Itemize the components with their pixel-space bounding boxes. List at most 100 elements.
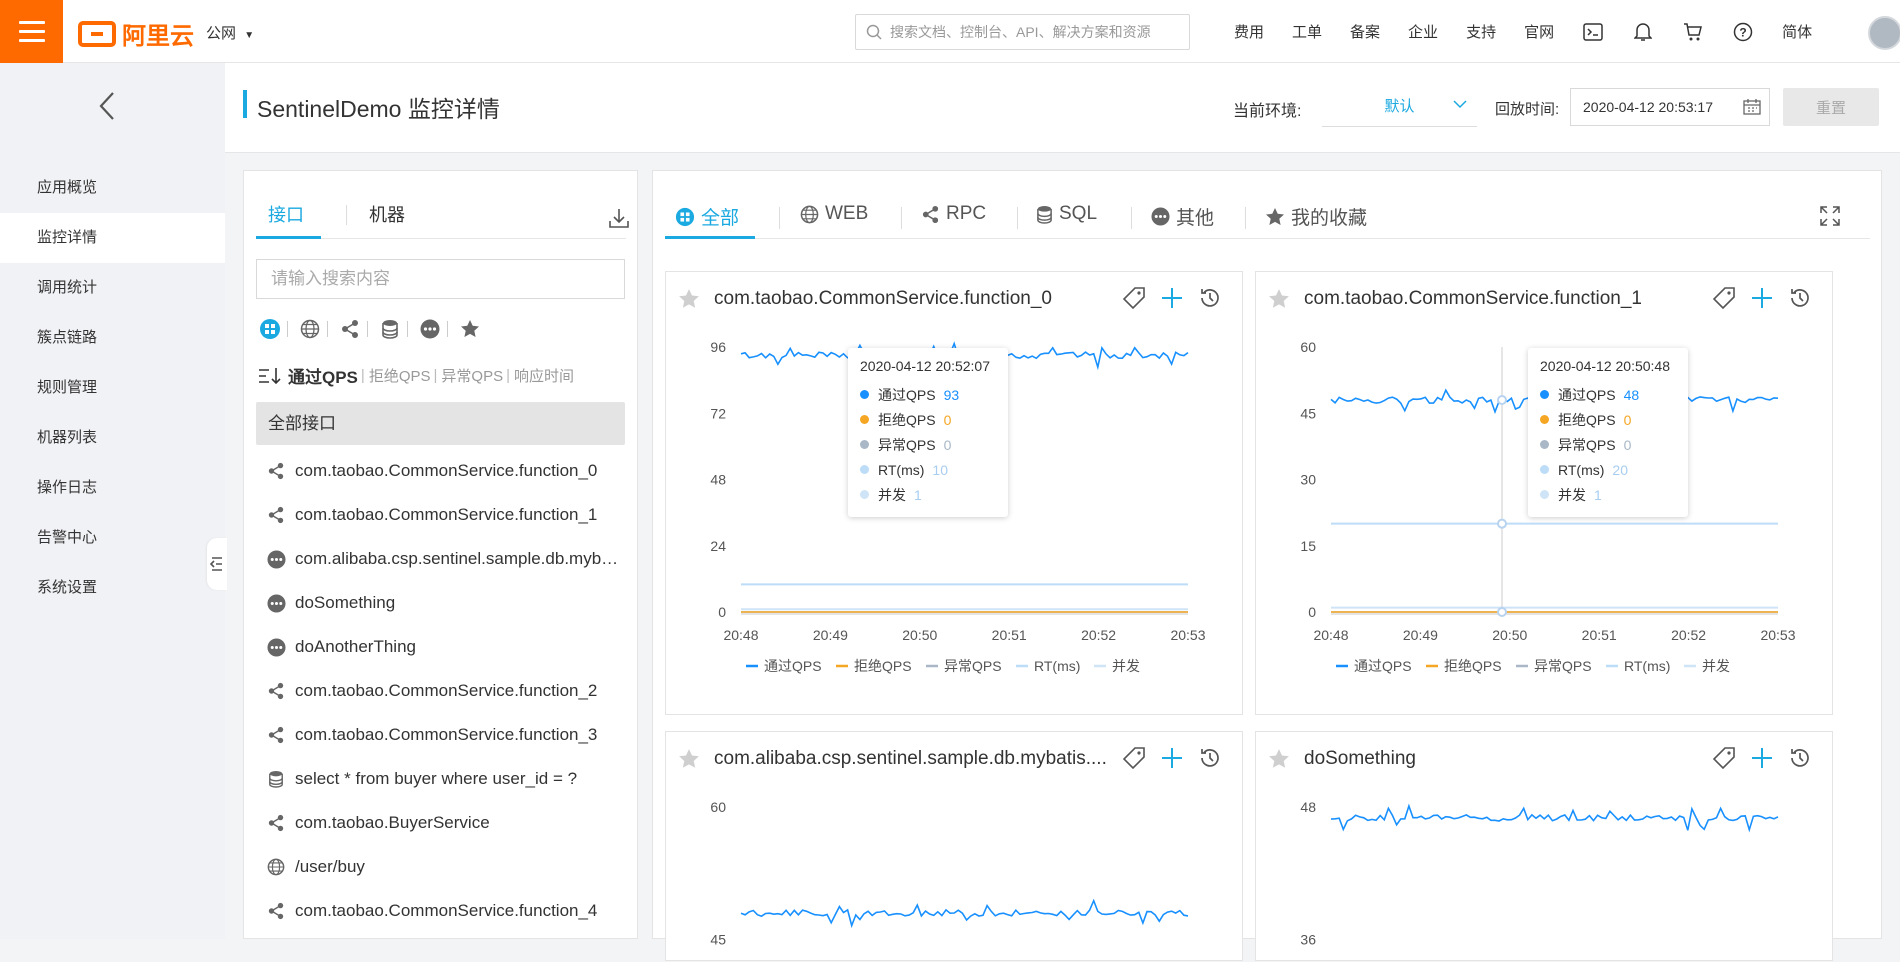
interface-panel-tabs: 接口 机器 xyxy=(256,171,629,239)
interface-list-item[interactable]: select * from buyer where user_id = ? xyxy=(266,757,626,801)
interface-list-item[interactable]: com.taobao.CommonService.function_3 xyxy=(266,713,626,757)
legend-item[interactable]: 并发 xyxy=(1684,658,1730,674)
nav-tickets[interactable]: 工单 xyxy=(1292,21,1322,42)
add-icon[interactable] xyxy=(1750,746,1774,770)
filter-sql-database-icon[interactable] xyxy=(378,317,402,341)
interface-list-item[interactable]: com.alibaba.csp.sentinel.sample.db.mybat… xyxy=(266,537,626,581)
tooltip-row: 拒绝QPS 0 xyxy=(860,407,996,432)
legend-item[interactable]: 拒绝QPS xyxy=(836,658,912,674)
legend-item[interactable]: RT(ms) xyxy=(1606,658,1670,674)
nav-enterprise[interactable]: 企业 xyxy=(1408,21,1438,42)
tag-icon[interactable] xyxy=(1712,746,1736,770)
sidebar-item-rules[interactable]: 规则管理 xyxy=(0,363,225,413)
back-arrow-icon[interactable] xyxy=(98,91,116,125)
interface-search-input[interactable] xyxy=(271,269,601,289)
legend-item[interactable]: 拒绝QPS xyxy=(1426,658,1502,674)
tooltip-label: 拒绝QPS xyxy=(1558,411,1616,428)
history-icon[interactable] xyxy=(1788,286,1812,310)
bell-icon[interactable] xyxy=(1632,21,1654,43)
sort-block-qps[interactable]: 拒绝QPS xyxy=(369,365,431,386)
filter-other-more-icon[interactable] xyxy=(418,317,442,341)
interface-list-item-label: com.taobao.CommonService.function_2 xyxy=(295,681,598,700)
favorite-star-icon[interactable] xyxy=(1268,288,1290,310)
legend-item[interactable]: 通过QPS xyxy=(1336,658,1412,674)
interface-list-item[interactable]: doSomething xyxy=(266,581,626,625)
tab-web[interactable]: WEB xyxy=(800,203,868,225)
history-icon[interactable] xyxy=(1788,746,1812,770)
tab-sql[interactable]: SQL xyxy=(1036,203,1097,225)
sidebar-item-machines[interactable]: 机器列表 xyxy=(0,413,225,463)
sidebar-item-overview[interactable]: 应用概览 xyxy=(0,163,225,213)
favorite-star-icon[interactable] xyxy=(678,288,700,310)
favorite-star-icon[interactable] xyxy=(678,748,700,770)
sort-pass-qps[interactable]: 通过QPS xyxy=(288,363,358,388)
sidebar-item-alerts[interactable]: 告警中心 xyxy=(0,513,225,563)
tab-divider xyxy=(1131,207,1132,229)
sidebar-item-settings[interactable]: 系统设置 xyxy=(0,563,225,613)
region-dropdown[interactable]: 公网 ▼ xyxy=(206,22,254,43)
tab-all[interactable]: 全部 xyxy=(675,203,739,230)
interface-list-item[interactable]: com.taobao.BuyerService xyxy=(266,801,626,845)
interface-list-item[interactable]: doAnotherThing xyxy=(266,625,626,669)
interface-search-field[interactable] xyxy=(256,259,625,299)
tag-icon[interactable] xyxy=(1122,286,1146,310)
legend-item[interactable]: RT(ms) xyxy=(1016,658,1080,674)
interface-list-item[interactable]: com.taobao.CommonService.function_1 xyxy=(266,493,626,537)
filter-rpc-share-icon[interactable] xyxy=(338,317,362,341)
nav-fees[interactable]: 费用 xyxy=(1234,21,1264,42)
sidebar-collapse-handle[interactable] xyxy=(207,538,227,590)
tab-other[interactable]: 其他 xyxy=(1151,203,1214,230)
interface-list-item[interactable]: com.taobao.CommonService.function_0 xyxy=(266,449,626,493)
tag-icon[interactable] xyxy=(1122,746,1146,770)
tab-machine[interactable]: 机器 xyxy=(369,201,405,227)
sidebar-item-cluster-links[interactable]: 簇点链路 xyxy=(0,313,225,363)
cart-icon[interactable] xyxy=(1682,21,1704,43)
tag-icon[interactable] xyxy=(1712,286,1736,310)
env-select[interactable]: 默认 xyxy=(1322,85,1477,127)
favorite-star-icon[interactable] xyxy=(1268,748,1290,770)
global-search-input[interactable] xyxy=(890,24,1180,40)
legend-item[interactable]: 通过QPS xyxy=(746,658,822,674)
sort-exception-qps[interactable]: 异常QPS xyxy=(441,365,503,386)
legend-item[interactable]: 并发 xyxy=(1094,658,1140,674)
global-search[interactable] xyxy=(855,14,1190,50)
replay-time-input[interactable]: 2020-04-12 20:53:17 xyxy=(1570,88,1770,126)
resource-type-tabs: 全部 WEB RPC SQL 其他 我的收藏 xyxy=(665,171,1870,239)
hamburger-menu-button[interactable] xyxy=(0,0,63,63)
download-icon[interactable] xyxy=(608,207,630,229)
sidebar-item-operation-log[interactable]: 操作日志 xyxy=(0,463,225,513)
nav-support[interactable]: 支持 xyxy=(1466,21,1496,42)
history-icon[interactable] xyxy=(1198,746,1222,770)
history-icon[interactable] xyxy=(1198,286,1222,310)
interface-list-item[interactable]: /user/buy xyxy=(266,845,626,889)
interface-list-item[interactable]: com.taobao.CommonService.function_4 xyxy=(266,889,626,933)
filter-favorite-star-icon[interactable] xyxy=(458,317,482,341)
terminal-icon[interactable] xyxy=(1582,21,1604,43)
add-icon[interactable] xyxy=(1750,286,1774,310)
language-switch[interactable]: 简体 xyxy=(1782,21,1812,42)
tab-favorites[interactable]: 我的收藏 xyxy=(1265,203,1367,230)
fullscreen-icon[interactable] xyxy=(1819,205,1841,227)
filter-web-globe-icon[interactable] xyxy=(298,317,322,341)
sort-response-time[interactable]: 响应时间 xyxy=(514,365,574,386)
user-avatar[interactable] xyxy=(1868,16,1900,50)
nav-official-site[interactable]: 官网 xyxy=(1524,21,1554,42)
sort-descending-icon[interactable] xyxy=(258,367,284,385)
all-interfaces-item[interactable]: 全部接口 xyxy=(256,402,625,445)
tooltip-value: 1 xyxy=(914,486,922,503)
nav-icp[interactable]: 备案 xyxy=(1350,21,1380,42)
add-icon[interactable] xyxy=(1160,746,1184,770)
interface-list-item[interactable]: com.taobao.CommonService.function_2 xyxy=(266,669,626,713)
chart-card: 0 24 48 72 96 20:48 20:49 20:50 20:51 20:52 20:53 通… xyxy=(665,271,1243,715)
tab-rpc[interactable]: RPC xyxy=(921,203,986,225)
reset-button[interactable]: 重置 xyxy=(1783,88,1879,126)
help-icon[interactable]: ? xyxy=(1732,21,1754,43)
sidebar-item-call-stats[interactable]: 调用统计 xyxy=(0,263,225,313)
filter-all-icon[interactable] xyxy=(258,317,282,341)
add-icon[interactable] xyxy=(1160,286,1184,310)
legend-item[interactable]: 异常QPS xyxy=(926,658,1002,674)
brand-logo[interactable]: 阿里云 xyxy=(78,16,194,51)
sidebar-item-monitor-detail[interactable]: 监控详情 xyxy=(0,213,225,263)
legend-item[interactable]: 异常QPS xyxy=(1516,658,1592,674)
tab-interface[interactable]: 接口 xyxy=(268,201,304,227)
